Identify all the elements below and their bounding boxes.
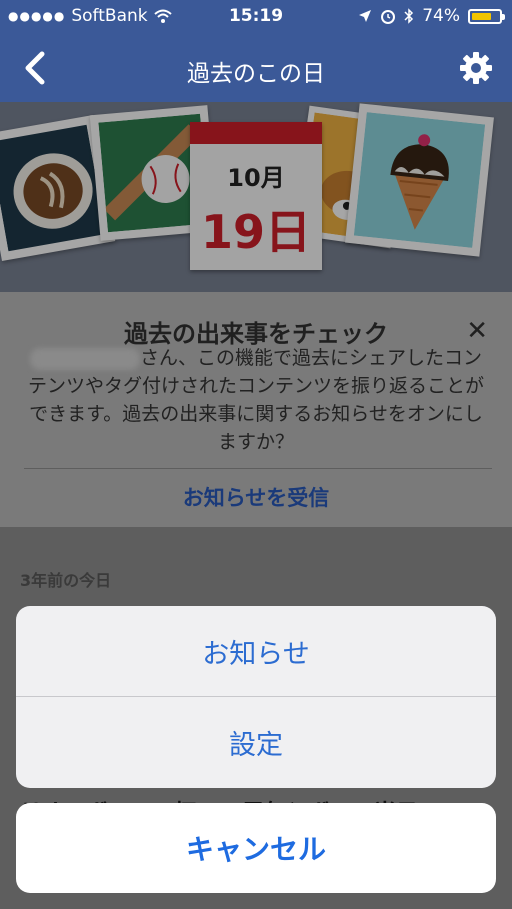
notifications-option-button[interactable]: お知らせ	[16, 606, 496, 696]
memories-banner: 10月 19日	[0, 102, 512, 292]
close-icon[interactable]: ✕	[466, 316, 488, 346]
blurred-username	[29, 347, 140, 370]
cancel-button[interactable]: キャンセル	[16, 803, 496, 893]
section-label: 3年前の今日	[20, 571, 112, 590]
card-body: さん、この機能で過去にシェアしたコンテンツやタグ付けされたコンテンツを振り返るこ…	[24, 344, 488, 456]
alarm-icon	[381, 10, 396, 24]
status-bar: ●●●●● SoftBank 15:19 74%	[0, 0, 512, 34]
location-arrow-icon	[359, 10, 372, 22]
settings-option-button[interactable]: 設定	[16, 697, 496, 787]
status-right: 74%	[358, 6, 505, 26]
battery-fill	[472, 12, 491, 20]
card-divider	[24, 468, 492, 469]
navigation-bar: 過去のこの日	[0, 34, 512, 102]
battery-icon	[468, 8, 505, 24]
battery-percent: 74%	[422, 6, 460, 26]
receive-notifications-link[interactable]: お知らせを受信	[0, 482, 512, 512]
gear-icon[interactable]	[458, 50, 494, 86]
action-sheet: お知らせ 設定	[16, 606, 496, 788]
page-title: 過去のこの日	[187, 61, 325, 87]
bluetooth-icon	[404, 8, 414, 24]
info-card: 過去の出来事をチェック ✕ さん、この機能で過去にシェアしたコンテンツやタグ付け…	[0, 292, 512, 527]
dim-overlay	[0, 102, 512, 292]
